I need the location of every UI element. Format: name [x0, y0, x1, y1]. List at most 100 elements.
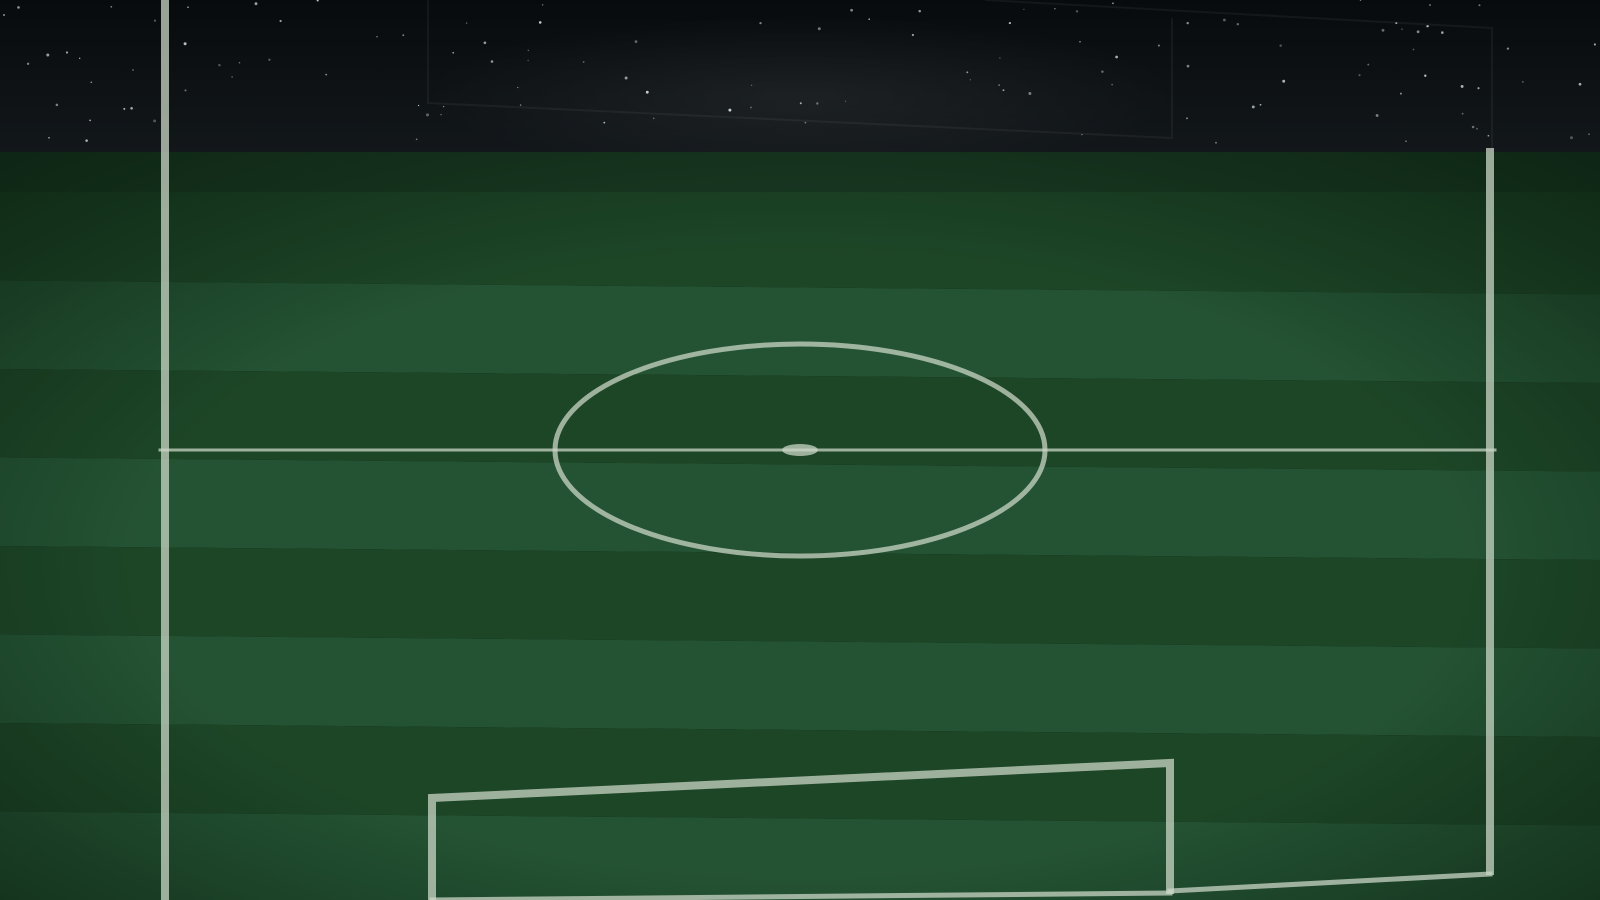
star — [46, 53, 50, 57]
star — [1405, 140, 1407, 143]
star — [844, 100, 847, 102]
soccer-pitch-icon — [0, 0, 1600, 900]
star — [1075, 10, 1079, 13]
star — [26, 62, 30, 65]
star — [1476, 127, 1478, 130]
star — [110, 5, 113, 8]
star — [1215, 141, 1217, 144]
star — [1381, 28, 1385, 32]
star — [1429, 4, 1431, 6]
star — [1111, 2, 1114, 5]
star — [79, 57, 81, 59]
star — [90, 81, 93, 83]
star — [1588, 133, 1590, 135]
star — [1282, 79, 1286, 83]
star — [85, 139, 88, 142]
star — [415, 138, 418, 141]
star — [376, 36, 378, 38]
star — [218, 63, 221, 67]
star — [634, 40, 638, 43]
star — [279, 19, 282, 23]
star — [1570, 136, 1573, 140]
star — [1477, 87, 1480, 90]
star — [624, 76, 628, 80]
star — [538, 21, 542, 24]
star — [130, 107, 133, 110]
star — [850, 8, 853, 12]
star — [1259, 103, 1262, 106]
pitch-vignette — [0, 152, 1600, 900]
star — [1028, 92, 1032, 95]
star — [123, 107, 126, 110]
star — [1441, 31, 1444, 34]
star — [999, 57, 1001, 59]
star — [1412, 48, 1415, 51]
star — [868, 18, 870, 20]
center-spot — [782, 444, 818, 456]
star — [1478, 4, 1481, 7]
star — [268, 58, 271, 62]
star — [89, 119, 92, 122]
star — [527, 59, 529, 62]
star — [750, 84, 753, 86]
star — [1111, 83, 1113, 86]
star — [582, 61, 585, 63]
star — [1115, 55, 1118, 59]
star — [1222, 18, 1226, 22]
star — [911, 33, 915, 37]
star — [184, 89, 187, 92]
star — [1375, 114, 1379, 117]
star — [1399, 92, 1402, 95]
star — [153, 119, 157, 123]
star — [1157, 44, 1160, 47]
star — [519, 104, 522, 106]
star — [1279, 44, 1282, 47]
star — [799, 102, 802, 105]
star — [1506, 47, 1510, 50]
star — [452, 51, 455, 54]
star — [325, 73, 328, 76]
star — [1186, 64, 1190, 68]
star — [1054, 7, 1056, 10]
star — [1236, 22, 1240, 26]
star — [1593, 43, 1596, 46]
star — [1079, 41, 1081, 43]
star — [966, 71, 969, 74]
star — [918, 9, 921, 13]
game-scene — [0, 0, 1600, 900]
star — [817, 27, 821, 31]
star — [1401, 28, 1403, 30]
star — [652, 117, 655, 120]
star — [1186, 117, 1188, 120]
star — [1186, 21, 1189, 25]
star — [1424, 74, 1427, 77]
star — [254, 2, 258, 6]
star — [465, 22, 468, 24]
star — [238, 61, 241, 64]
star — [527, 49, 529, 52]
star — [1487, 134, 1490, 137]
star — [417, 104, 420, 107]
star — [231, 76, 233, 78]
star — [65, 51, 69, 54]
star — [17, 6, 20, 9]
star — [750, 106, 752, 109]
star — [1471, 125, 1475, 129]
star — [645, 90, 649, 94]
star — [1461, 112, 1464, 115]
star — [759, 21, 762, 25]
star — [440, 113, 442, 116]
star — [1578, 82, 1582, 86]
star — [1522, 81, 1524, 83]
star — [1251, 105, 1255, 109]
star — [517, 86, 519, 89]
star — [1416, 30, 1420, 34]
star — [541, 4, 544, 6]
star — [153, 19, 157, 22]
star — [187, 6, 189, 9]
star — [490, 60, 494, 63]
star — [998, 84, 1000, 86]
star — [969, 79, 972, 81]
star — [48, 136, 50, 139]
star — [1460, 84, 1464, 88]
